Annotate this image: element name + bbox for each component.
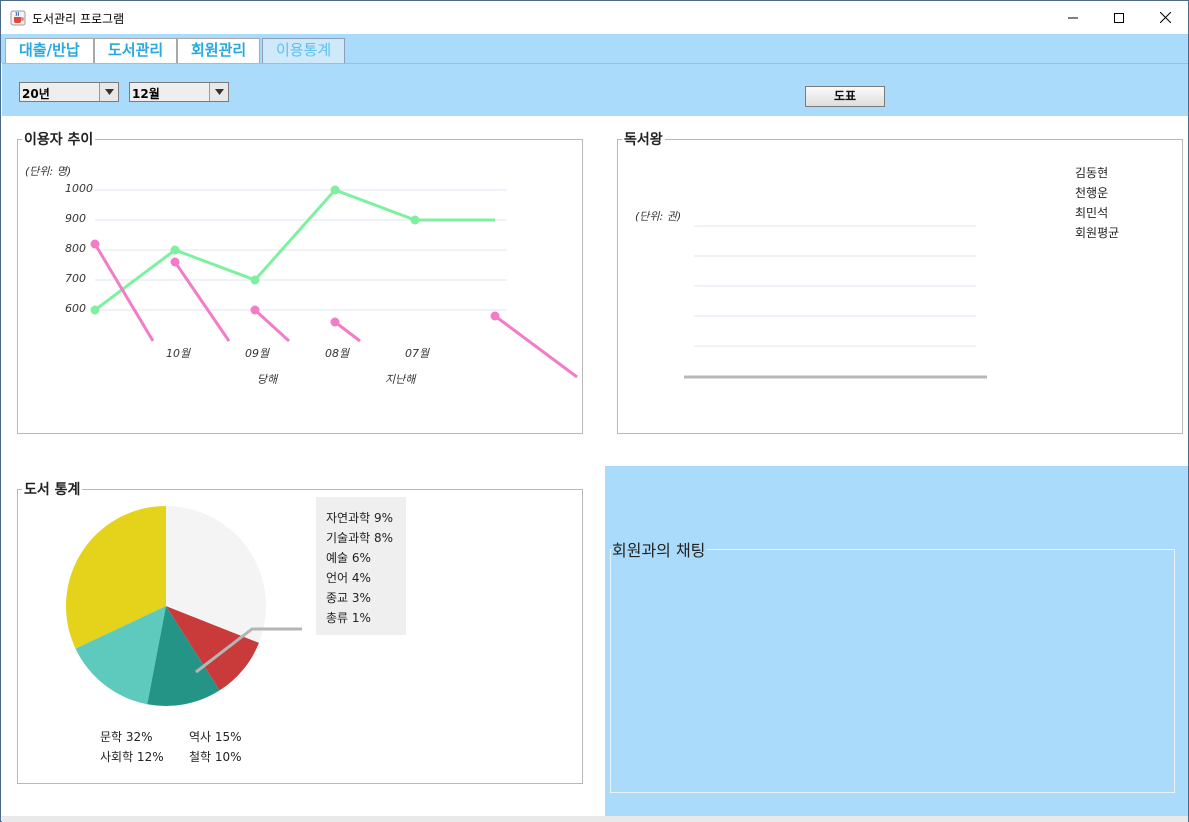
window-title: 도서관리 프로그램	[32, 12, 125, 26]
usage-trend-chart	[90, 185, 578, 379]
minimize-button[interactable]	[1050, 1, 1096, 34]
year-select-value: 20년	[22, 87, 50, 101]
close-icon	[1159, 12, 1171, 23]
java-cup-icon	[10, 10, 26, 26]
data-point-last-year	[490, 311, 500, 321]
y-tick-label: 1000	[65, 182, 93, 195]
x-tick-label: 09월	[245, 347, 270, 360]
maximize-icon	[1114, 12, 1124, 23]
callout-item: 총류 1%	[326, 611, 371, 625]
series-line-last-year	[494, 314, 578, 379]
statistics-content: 이용자 추이 (단위: 명) 1000 900 800 700 600 10월 …	[2, 116, 1188, 816]
data-point-current-year	[170, 245, 180, 255]
reading-king-title: 독서왕	[624, 132, 663, 148]
tab-loan-return[interactable]: 대출/반납	[5, 38, 94, 63]
callout-item: 예술 6%	[326, 551, 371, 565]
x-tick-label: 08월	[325, 347, 350, 360]
series-line-last-year	[334, 320, 361, 343]
maximize-button[interactable]	[1096, 1, 1142, 34]
series-line-last-year	[173, 261, 231, 342]
callout-item: 종교 3%	[326, 591, 371, 605]
book-stats-callout: 자연과학 9% 기술과학 8% 예술 6% 언어 4% 종교 3% 총류 1%	[316, 497, 406, 635]
usage-trend-title: 이용자 추이	[24, 132, 94, 148]
series-line-last-year	[253, 308, 291, 343]
y-tick-label: 600	[65, 302, 86, 315]
month-select[interactable]: 12월	[129, 82, 229, 102]
y-tick-label: 700	[65, 272, 86, 285]
chevron-down-icon[interactable]	[99, 83, 118, 101]
app-window: 도서관리 프로그램 대출/반납 도서관리 회원관리 이용통계 20년 12월 도…	[0, 0, 1189, 822]
legend-last-year: 지난해	[385, 373, 416, 386]
x-tick-label: 07월	[405, 347, 430, 360]
reader-name: 김동현	[1075, 166, 1109, 180]
bottom-strip	[2, 816, 1188, 822]
tab-member-management[interactable]: 회원관리	[177, 38, 261, 63]
data-point-current-year	[90, 305, 100, 315]
close-button[interactable]	[1142, 1, 1188, 34]
book-stats-pie-chart	[66, 506, 302, 706]
reading-king-chart	[684, 225, 987, 379]
callout-item: 기술과학 8%	[326, 531, 394, 545]
minimize-icon	[1068, 17, 1078, 18]
legend-current-year: 당해	[257, 373, 278, 386]
chevron-down-icon[interactable]	[209, 83, 228, 101]
pie-label: 철학 10%	[189, 750, 242, 764]
y-tick-label: 800	[65, 242, 86, 255]
reading-king-unit: (단위: 권)	[635, 210, 682, 223]
chart-button[interactable]: 도표	[805, 86, 885, 107]
pie-label: 사회학 12%	[100, 750, 164, 764]
callout-item: 자연과학 9%	[326, 511, 394, 525]
chat-title: 회원과의 채팅	[612, 537, 708, 561]
data-point-current-year	[250, 275, 260, 285]
data-point-last-year	[170, 257, 180, 267]
callout-item: 언어 4%	[326, 571, 371, 585]
reader-name: 천행운	[1075, 186, 1109, 200]
data-point-current-year	[330, 185, 340, 195]
y-tick-label: 900	[65, 212, 86, 225]
control-bar: 20년 12월 도표	[2, 63, 1188, 116]
pie-label: 역사 15%	[189, 730, 242, 744]
tab-strip: 대출/반납 도서관리 회원관리 이용통계	[1, 34, 1188, 63]
data-point-last-year	[90, 239, 100, 249]
data-point-last-year	[330, 317, 340, 327]
title-bar[interactable]: 도서관리 프로그램	[1, 1, 1188, 34]
chat-box[interactable]	[610, 549, 1175, 793]
chat-area: 회원과의 채팅	[605, 466, 1188, 816]
reader-name: 최민석	[1075, 206, 1109, 220]
data-point-current-year	[410, 215, 420, 225]
data-point-last-year	[250, 305, 260, 315]
tab-book-management[interactable]: 도서관리	[94, 38, 178, 63]
series-line-last-year	[93, 243, 155, 342]
tab-usage-statistics[interactable]: 이용통계	[262, 38, 346, 63]
year-select[interactable]: 20년	[19, 82, 119, 102]
pie-label: 문학 32%	[100, 730, 153, 744]
x-tick-label: 10월	[166, 347, 191, 360]
month-select-value: 12월	[132, 87, 160, 101]
reader-name: 회원평균	[1075, 226, 1120, 240]
